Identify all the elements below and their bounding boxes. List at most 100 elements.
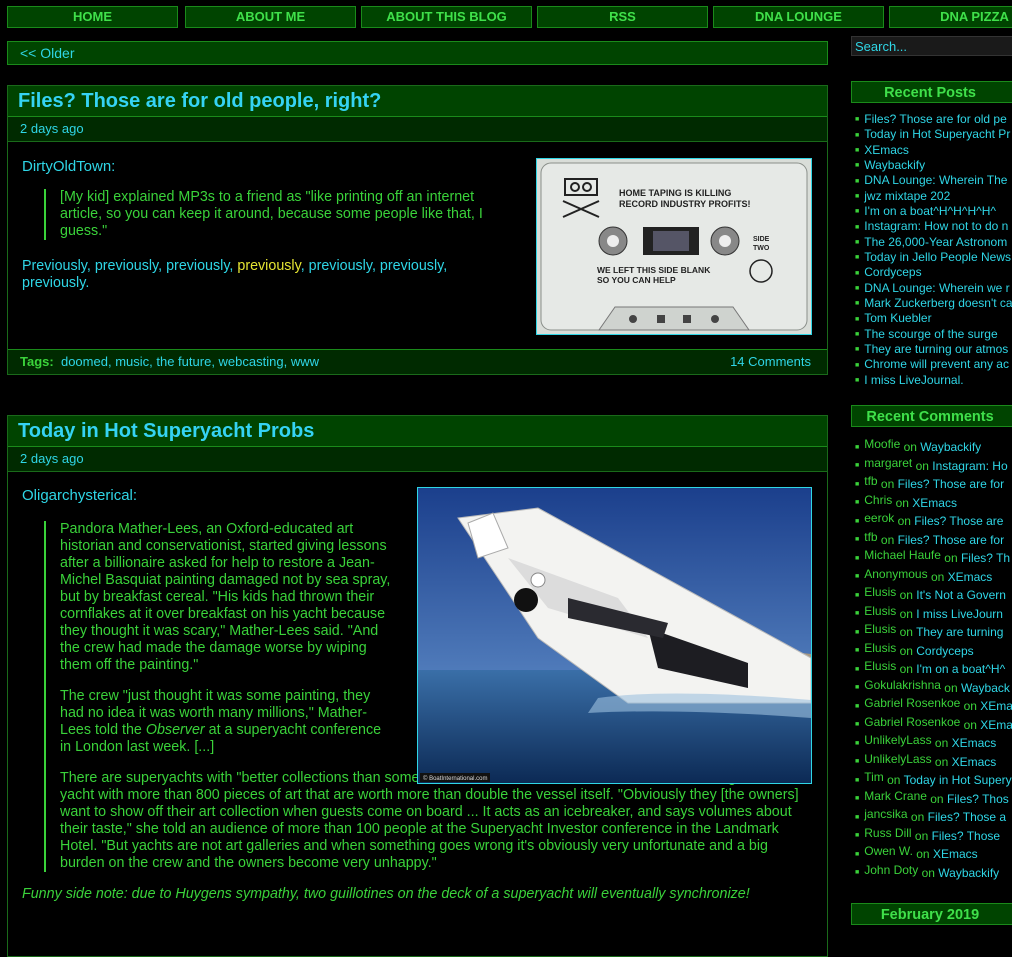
comment-post-link[interactable]: Today in Hot Supery (904, 773, 1012, 787)
recent-post-link[interactable]: Today in Jello People News (855, 250, 1012, 265)
comment-author-link[interactable]: jancsika (864, 808, 907, 824)
comment-author-link[interactable]: Owen W. (864, 845, 913, 861)
previously-link[interactable]: Previously (22, 258, 87, 274)
recent-post-link[interactable]: jwz mixtape 202 (855, 189, 1012, 204)
comment-post-link[interactable]: Cordyceps (916, 644, 973, 658)
previously-link[interactable]: previously (22, 275, 85, 291)
comment-post-link[interactable]: Files? Those are for (898, 533, 1005, 547)
recent-post-link[interactable]: I miss LiveJournal. (855, 373, 1012, 388)
nav-dna-lounge[interactable]: DNA LOUNGE (713, 6, 884, 28)
tag-link[interactable]: www (291, 354, 319, 369)
comment-post-link[interactable]: XEma (980, 699, 1012, 713)
comment-post-link[interactable]: XEmacs (933, 847, 978, 861)
comment-on-text: on (907, 810, 928, 824)
comment-post-link[interactable]: XEmacs (948, 570, 993, 584)
older-link[interactable]: << Older (20, 45, 74, 61)
comment-author-link[interactable]: UnlikelyLass (864, 753, 931, 769)
nav-dna-pizza[interactable]: DNA PIZZA (889, 6, 1012, 28)
comment-post-link[interactable]: Instagram: Ho (932, 459, 1007, 473)
recent-post-link[interactable]: Waybackify (855, 158, 1012, 173)
search-input[interactable]: Search... (851, 36, 1012, 56)
comment-post-link[interactable]: Files? Th (961, 551, 1010, 565)
comment-author-link[interactable]: Chris (864, 494, 892, 510)
recent-post-link[interactable]: Today in Hot Superyacht Pr (855, 127, 1012, 142)
previously-links: Previously, previously, previously, prev… (22, 258, 448, 291)
comment-author-link[interactable]: tfb (864, 531, 877, 547)
post-title[interactable]: Today in Hot Superyacht Probs (8, 416, 827, 447)
tags-label: Tags: (20, 354, 54, 369)
tag-link[interactable]: the future (156, 354, 211, 369)
comment-author-link[interactable]: eerok (864, 512, 894, 528)
previously-link[interactable]: previously (380, 258, 443, 274)
post-date[interactable]: 2 days ago (8, 117, 827, 142)
comment-author-link[interactable]: Elusis (864, 642, 896, 658)
comment-author-link[interactable]: Elusis (864, 586, 896, 602)
comments-link[interactable]: 14 Comments (730, 350, 811, 374)
comment-post-link[interactable]: Files? Those are for (898, 477, 1005, 491)
comment-post-link[interactable]: Files? Those a (928, 810, 1007, 824)
comment-author-link[interactable]: John Doty (864, 864, 918, 880)
comment-post-link[interactable]: Files? Thos (947, 792, 1009, 806)
comment-author-link[interactable]: Mark Crane (864, 790, 927, 806)
previously-link[interactable]: previously (166, 258, 229, 274)
recent-post-link[interactable]: Tom Kuebler (855, 311, 1012, 326)
recent-post-link[interactable]: They are turning our atmos (855, 342, 1012, 357)
recent-post-link[interactable]: DNA Lounge: Wherein The (855, 173, 1012, 188)
comment-post-link[interactable]: Files? Those (932, 829, 1000, 843)
comment-post-link[interactable]: XEma (980, 718, 1012, 732)
previously-link[interactable]: previously (95, 258, 158, 274)
comment-author-link[interactable]: Moofie (864, 438, 900, 454)
comment-post-link[interactable]: I'm on a boat^H^ (916, 662, 1005, 676)
recent-comment-item: John Doty on Waybackify (855, 864, 1012, 883)
comment-post-link[interactable]: XEmacs (952, 755, 997, 769)
nav-rss[interactable]: RSS (537, 6, 708, 28)
comment-post-link[interactable]: Waybackify (920, 440, 981, 454)
post-date[interactable]: 2 days ago (8, 447, 827, 472)
comment-post-link[interactable]: I miss LiveJourn (916, 607, 1003, 621)
nav-home[interactable]: HOME (7, 6, 178, 28)
comment-post-link[interactable]: XEmacs (952, 736, 997, 750)
recent-post-link[interactable]: The 26,000-Year Astronom (855, 235, 1012, 250)
comment-author-link[interactable]: Elusis (864, 660, 896, 676)
comment-author-link[interactable]: Gabriel Rosenkoe (864, 716, 960, 732)
comment-author-link[interactable]: tfb (864, 475, 877, 491)
previously-link[interactable]: previously (309, 258, 372, 274)
recent-comment-item: Gabriel Rosenkoe on XEma (855, 697, 1012, 716)
post-title[interactable]: Files? Those are for old people, right? (8, 86, 827, 117)
recent-post-link[interactable]: Cordyceps (855, 265, 1012, 280)
comment-post-link[interactable]: It's Not a Govern (916, 588, 1006, 602)
comment-author-link[interactable]: Gabriel Rosenkoe (864, 697, 960, 713)
archive-heading: February 2019 (851, 903, 1012, 925)
tag-link[interactable]: webcasting (219, 354, 284, 369)
comment-post-link[interactable]: Waybackify (938, 866, 999, 880)
comment-author-link[interactable]: Gokulakrishna (864, 679, 941, 695)
comment-post-link[interactable]: Wayback (961, 681, 1010, 695)
comment-post-link[interactable]: Files? Those are (914, 514, 1003, 528)
comment-author-link[interactable]: margaret (864, 457, 912, 473)
comment-author-link[interactable]: Tim (864, 771, 884, 787)
recent-post-link[interactable]: I'm on a boat^H^H^H^H^ (855, 204, 1012, 219)
comment-author-link[interactable]: Elusis (864, 605, 896, 621)
recent-comment-item: UnlikelyLass on XEmacs (855, 753, 1012, 772)
cassette-image: HOME TAPING IS KILLING RECORD INDUSTRY P… (536, 158, 812, 335)
comment-post-link[interactable]: They are turning (916, 625, 1003, 639)
comment-post-link[interactable]: XEmacs (912, 496, 957, 510)
nav-about-blog[interactable]: ABOUT THIS BLOG (361, 6, 532, 28)
comment-author-link[interactable]: Anonymous (864, 568, 927, 584)
comment-author-link[interactable]: Michael Haufe (864, 549, 941, 565)
recent-post-link[interactable]: Mark Zuckerberg doesn't ca (855, 296, 1012, 311)
recent-post-link[interactable]: Files? Those are for old pe (855, 112, 1012, 127)
comment-author-link[interactable]: Russ Dill (864, 827, 911, 843)
recent-post-link[interactable]: Instagram: How not to do n (855, 219, 1012, 234)
previously-link[interactable]: previously (237, 258, 300, 274)
comment-author-link[interactable]: UnlikelyLass (864, 734, 931, 750)
recent-post-link[interactable]: XEmacs (855, 143, 1012, 158)
tag-link[interactable]: doomed (61, 354, 108, 369)
nav-about-me[interactable]: ABOUT ME (185, 6, 356, 28)
recent-post-link[interactable]: The scourge of the surge (855, 327, 1012, 342)
tag-link[interactable]: music (115, 354, 149, 369)
recent-post-link[interactable]: Chrome will prevent any ac (855, 357, 1012, 372)
quote-paragraph: Pandora Mather-Lees, an Oxford-educated … (60, 521, 391, 673)
recent-post-link[interactable]: DNA Lounge: Wherein we r (855, 281, 1012, 296)
comment-author-link[interactable]: Elusis (864, 623, 896, 639)
